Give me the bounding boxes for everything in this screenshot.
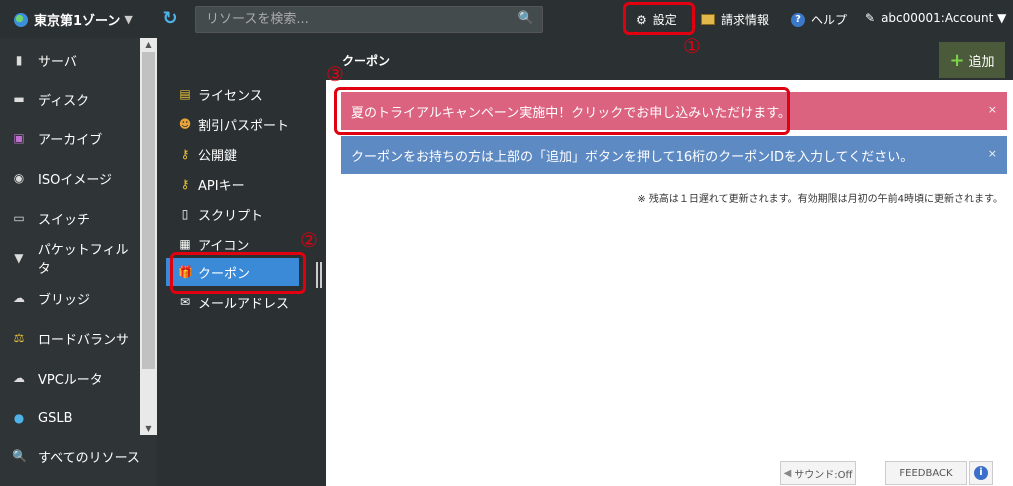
info-alert-text: クーポンをお持ちの方は上部の「追加」ボタンを押して16桁のクーポンIDを入力して…	[351, 149, 914, 165]
page-title: クーポン	[342, 54, 391, 68]
passport-icon: ☻	[178, 117, 192, 131]
annotation-box-settings	[623, 2, 695, 35]
submenu-item-public-key[interactable]: ⚷ 公開鍵	[166, 140, 326, 168]
help-menu[interactable]: ? ヘルプ	[791, 11, 847, 28]
help-label: ヘルプ	[811, 13, 848, 27]
switch-icon: ▭	[13, 211, 25, 225]
annotation-box-campaign	[334, 87, 790, 135]
submenu-item-discount-passport[interactable]: ☻ 割引パスポート	[166, 110, 326, 138]
sidebar-item-iso[interactable]: ◉ ISOイメージ	[0, 158, 140, 198]
sidebar-item-vpc-router[interactable]: ☁ VPCルータ	[0, 358, 140, 398]
key-icon: ⚷	[180, 147, 190, 161]
close-icon[interactable]: ×	[988, 147, 997, 160]
cloud-icon: ☁	[13, 371, 25, 385]
annotation-box-coupon	[170, 252, 306, 294]
bridge-icon: ☁	[13, 291, 25, 305]
document-icon: ▯	[181, 207, 189, 221]
sidebar: ▮ サーバ ▬ ディスク ▣ アーカイブ ◉ ISOイメージ ▭ スイッチ ▼ …	[0, 38, 157, 486]
filter-icon: ▼	[14, 251, 24, 265]
sidebar-item-label: サーバ	[38, 54, 77, 70]
info-alert: クーポンをお持ちの方は上部の「追加」ボタンを押して16桁のクーポンIDを入力して…	[341, 136, 1007, 174]
annotation-number-3: ③	[326, 62, 344, 86]
sidebar-item-switch[interactable]: ▭ スイッチ	[0, 198, 140, 238]
sidebar-item-label: すべてのリソース	[38, 450, 140, 466]
plus-icon: +	[949, 49, 965, 71]
account-menu[interactable]: ✎ abc00001:Account ▼	[865, 11, 1006, 25]
feather-icon: ✎	[865, 11, 876, 25]
close-icon[interactable]: ×	[988, 103, 997, 116]
search-icon[interactable]: 🔍	[518, 11, 534, 26]
add-button[interactable]: + 追加	[939, 42, 1005, 78]
info-button[interactable]: i	[969, 461, 993, 485]
sidebar-item-bridge[interactable]: ☁ ブリッジ	[0, 278, 140, 318]
billing-menu[interactable]: 請求情報	[701, 11, 769, 28]
sidebar-item-disk[interactable]: ▬ ディスク	[0, 79, 140, 119]
sidebar-item-packet-filter[interactable]: ▼ パケットフィルタ	[0, 238, 140, 278]
submenu-item-label: アイコン	[198, 238, 250, 254]
search-input[interactable]	[196, 7, 506, 32]
annotation-number-2: ②	[300, 228, 318, 252]
key-icon: ⚷	[180, 177, 190, 191]
cd-icon: ◉	[13, 171, 25, 185]
balance-icon: ⚖	[13, 331, 25, 345]
submenu-item-label: 公開鍵	[198, 148, 238, 164]
sidebar-item-label: スイッチ	[38, 212, 91, 228]
annotation-number-1: ①	[683, 34, 701, 58]
refresh-icon[interactable]: ↻	[160, 9, 180, 29]
submenu-item-label: メールアドレス	[198, 296, 290, 312]
scroll-up-arrow[interactable]: ▲	[140, 40, 157, 49]
sidebar-item-gslb[interactable]: ● GSLB	[0, 398, 140, 438]
balance-note: ※ 残高は１日遅れて更新されます。有効期限は月初の午前4時頃に更新されます。	[637, 194, 1003, 205]
server-icon: ▮	[15, 53, 23, 67]
mail-icon: ✉	[179, 295, 191, 309]
globe-icon	[14, 12, 28, 27]
icon-grid-icon: ▦	[179, 237, 191, 251]
sidebar-scrollbar[interactable]: ▲ ▼	[140, 38, 157, 435]
submenu-item-label: APIキー	[198, 178, 245, 194]
sidebar-item-server[interactable]: ▮ サーバ	[0, 40, 140, 80]
search-box: 🔍	[195, 6, 543, 33]
sidebar-item-archive[interactable]: ▣ アーカイブ	[0, 118, 140, 158]
submenu-item-label: スクリプト	[198, 208, 264, 224]
feedback-button[interactable]: FEEDBACK	[885, 461, 967, 485]
chevron-down-icon: ▼	[124, 13, 133, 26]
sidebar-item-label: パケットフィルタ	[37, 243, 129, 277]
scroll-down-arrow[interactable]: ▼	[140, 424, 157, 433]
info-icon: i	[974, 466, 988, 480]
sidebar-item-label: ロードバランサ	[38, 332, 130, 348]
account-label: abc00001:Account ▼	[881, 11, 1007, 25]
submenu-item-script[interactable]: ▯ スクリプト	[166, 200, 326, 228]
billing-icon	[701, 14, 715, 25]
sidebar-item-label: アーカイブ	[38, 132, 103, 148]
billing-label: 請求情報	[721, 13, 770, 27]
submenu-item-api-key[interactable]: ⚷ APIキー	[166, 170, 326, 198]
gslb-icon: ●	[13, 411, 25, 425]
resize-handle[interactable]	[316, 262, 322, 288]
sidebar-item-all-resources[interactable]: 🔍 すべてのリソース	[0, 436, 157, 476]
archive-icon: ▣	[13, 131, 25, 145]
submenu-item-label: ライセンス	[198, 88, 263, 104]
sidebar-item-label: ブリッジ	[38, 292, 91, 308]
content-header: クーポン + 追加	[326, 38, 1013, 80]
zone-selector[interactable]: 東京第1ゾーン ▼	[14, 10, 133, 29]
speaker-mute-icon: ◀	[783, 467, 792, 479]
help-icon: ?	[791, 12, 805, 27]
add-button-label: 追加	[968, 54, 995, 70]
sidebar-item-label: VPCルータ	[38, 372, 103, 388]
top-bar: 東京第1ゾーン ▼ ↻ 🔍 ⚙ 設定 請求情報 ? ヘルプ ✎ abc00001…	[0, 0, 1013, 38]
license-icon: ▤	[179, 87, 191, 101]
submenu-item-label: 割引パスポート	[198, 118, 290, 134]
sound-toggle-button[interactable]: ◀ サウンド:Off	[780, 461, 856, 485]
sidebar-item-label: ISOイメージ	[38, 172, 113, 188]
disk-icon: ▬	[13, 92, 25, 106]
sidebar-item-label: GSLB	[38, 410, 73, 426]
search-icon: 🔍	[12, 449, 27, 463]
sound-label: サウンド:Off	[794, 469, 853, 481]
submenu-item-license[interactable]: ▤ ライセンス	[166, 80, 326, 108]
zone-label: 東京第1ゾーン	[34, 14, 121, 29]
sidebar-item-load-balancer[interactable]: ⚖ ロードバランサ	[0, 318, 140, 358]
scroll-thumb[interactable]	[142, 52, 155, 369]
sidebar-item-label: ディスク	[38, 93, 90, 109]
